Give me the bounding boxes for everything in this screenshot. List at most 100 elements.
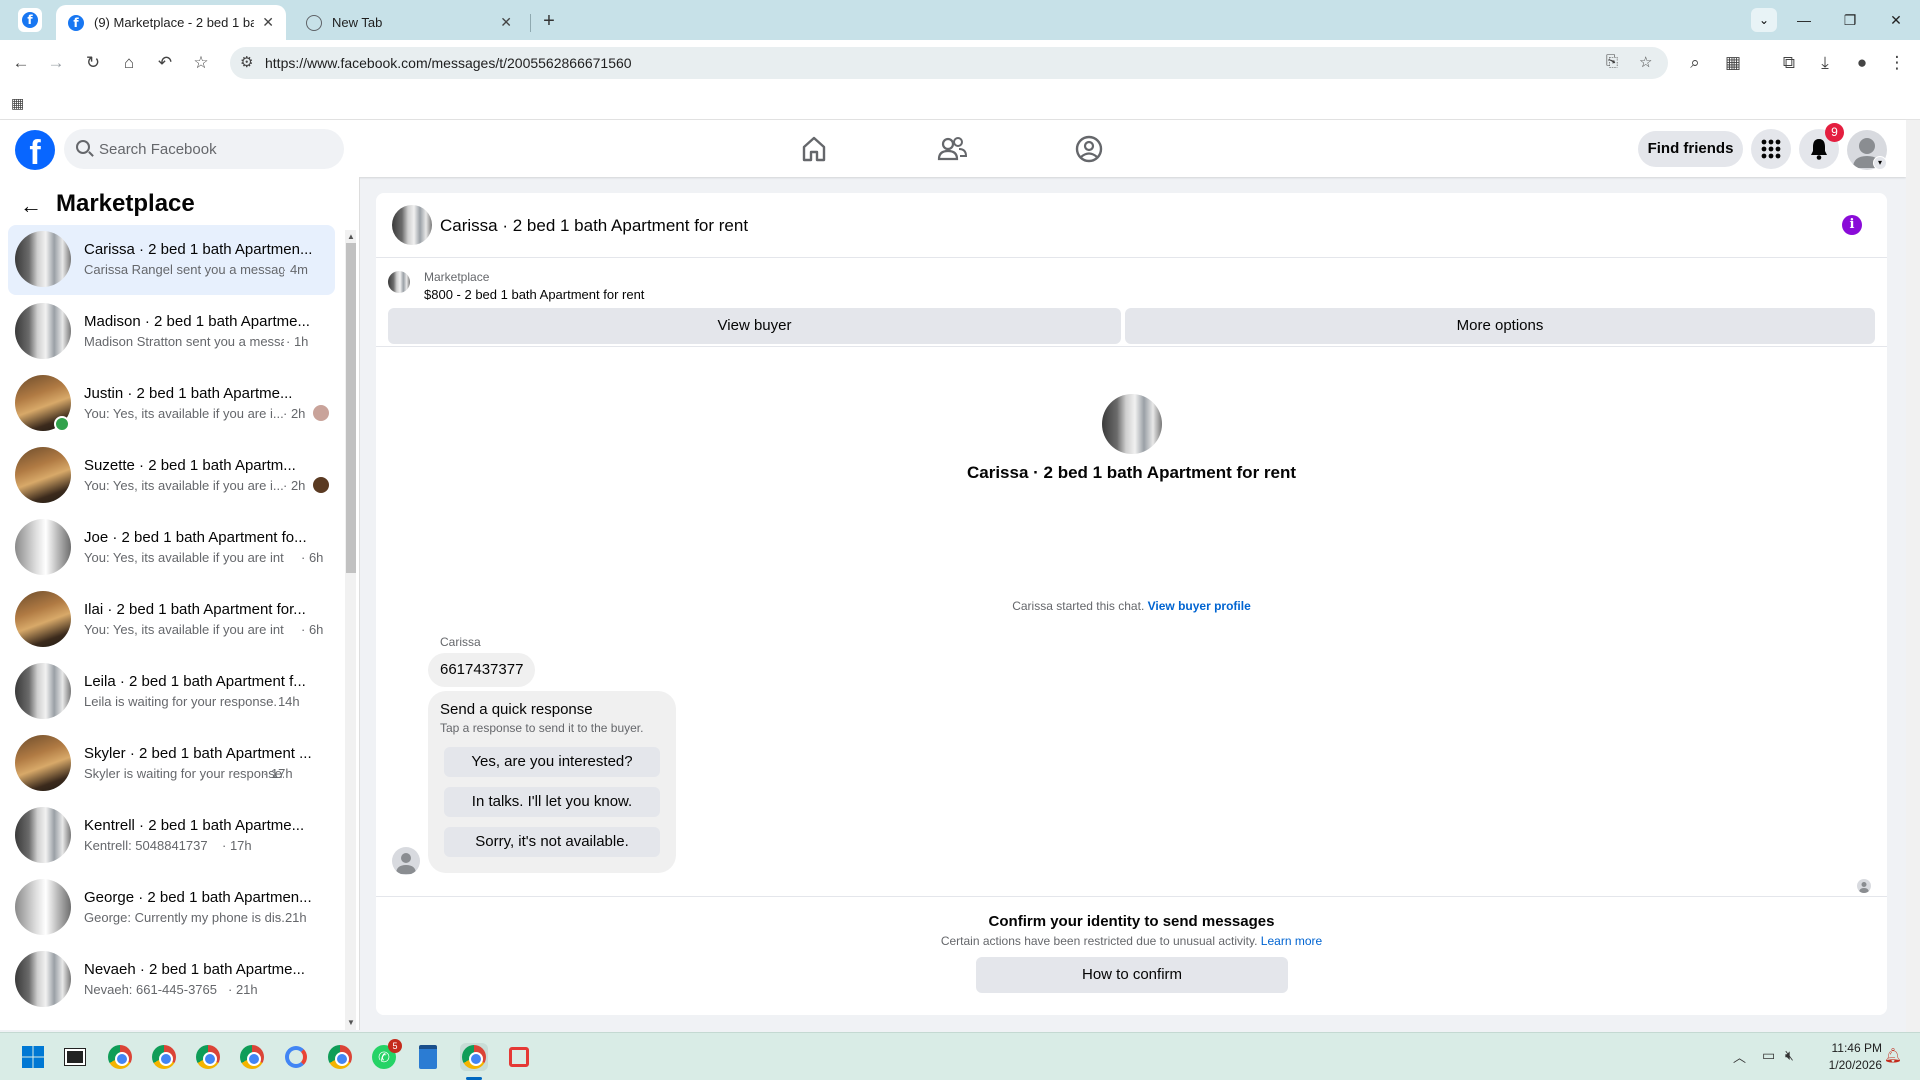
home-nav-icon[interactable]	[797, 132, 831, 166]
conversation-preview: Skyler is waiting for your response.	[84, 766, 284, 781]
conversation-name: Carissa · 2 bed 1 bath Apartmen...	[84, 241, 313, 258]
conversation-name: Joe · 2 bed 1 bath Apartment fo...	[84, 529, 307, 546]
confirm-description: Certain actions have been restricted due…	[376, 934, 1887, 948]
find-friends-button[interactable]: Find friends	[1638, 131, 1743, 167]
forward-arrow-icon[interactable]: →	[43, 50, 69, 76]
close-tab-icon[interactable]: ✕	[262, 14, 274, 31]
search-input[interactable]: Search Facebook	[64, 129, 344, 169]
close-tab-icon[interactable]: ✕	[500, 14, 512, 31]
more-options-button[interactable]: More options	[1125, 308, 1875, 344]
groups-nav-icon[interactable]	[1072, 132, 1106, 166]
taskview-icon[interactable]	[61, 1043, 89, 1071]
view-buyer-profile-link[interactable]: View buyer profile	[1148, 599, 1251, 613]
site-info-icon[interactable]: ⚙	[240, 53, 253, 71]
page-scrollbar[interactable]	[1906, 120, 1920, 1032]
address-bar[interactable]: ⚙ https://www.facebook.com/messages/t/20…	[230, 47, 1668, 79]
chat-panel: Carissa · 2 bed 1 bath Apartment for ren…	[376, 193, 1887, 1015]
new-tab-button[interactable]: +	[536, 8, 562, 34]
apps-grid-icon[interactable]: ▦	[11, 95, 24, 112]
conversation-preview: You: Yes, its available if you are inte.…	[84, 550, 284, 565]
tab-search-icon[interactable]: ⌄	[1751, 8, 1777, 32]
message-bubble[interactable]: 6617437377	[428, 653, 536, 687]
default-avatar-icon	[1859, 882, 1869, 893]
how-to-confirm-button[interactable]: How to confirm	[976, 957, 1288, 993]
chrome-active-icon[interactable]	[460, 1043, 488, 1071]
chrome-profile-4-icon[interactable]	[238, 1043, 266, 1071]
listing-price-title[interactable]: $800 - 2 bed 1 bath Apartment for rent	[424, 287, 644, 302]
clock-date[interactable]: 1/20/2026	[1810, 1058, 1882, 1072]
download-icon[interactable]: ⤓	[1812, 50, 1838, 76]
intro-avatar	[1102, 394, 1162, 454]
info-icon[interactable]: i	[1842, 215, 1862, 235]
back-arrow-icon[interactable]: ←	[20, 193, 42, 219]
facebook-icon: f	[22, 12, 38, 28]
conversation-item[interactable]: Suzette · 2 bed 1 bath Apartm... You: Yes…	[8, 441, 335, 511]
scroll-down-arrow-icon[interactable]: ▼	[347, 1018, 355, 1027]
chrome-profile-1-icon[interactable]	[106, 1043, 134, 1071]
sender-avatar[interactable]	[392, 847, 420, 875]
conversation-item[interactable]: Justin · 2 bed 1 bath Apartme... You: Yes…	[8, 369, 335, 439]
minimize-button[interactable]: —	[1781, 0, 1827, 40]
browser-toolbar: ← → ↻ ⌂ ↶ ☆ ⚙ https://www.facebook.com/m…	[0, 40, 1920, 86]
conversation-item[interactable]: Skyler · 2 bed 1 bath Apartment ... Skyle…	[8, 729, 335, 799]
tab-new-tab[interactable]: New Tab ✕	[294, 5, 524, 40]
network-icon[interactable]: ▭	[1762, 1047, 1775, 1064]
facebook-logo[interactable]: f	[15, 130, 55, 170]
chat-title[interactable]: Carissa · 2 bed 1 bath Apartment for ren…	[440, 216, 748, 236]
conversation-item[interactable]: Nevaeh · 2 bed 1 bath Apartme... Nevaeh: …	[8, 945, 335, 1015]
clock-time[interactable]: 11:46 PM	[1810, 1041, 1882, 1055]
marketplace-conversation-list: ← Marketplace Carissa · 2 bed 1 bath Apa…	[0, 177, 360, 1030]
whatsapp-icon[interactable]: ✆ 5	[370, 1039, 402, 1071]
conversation-item[interactable]: Ilai · 2 bed 1 bath Apartment for... You:…	[8, 585, 335, 655]
tab-marketplace[interactable]: f (9) Marketplace - 2 bed 1 bath ✕	[56, 5, 286, 40]
conversation-item[interactable]: Kentrell · 2 bed 1 bath Apartme... Kentre…	[8, 801, 335, 871]
google-icon[interactable]	[282, 1043, 310, 1071]
menu-grid-button[interactable]	[1751, 129, 1791, 169]
scroll-up-arrow-icon[interactable]: ▲	[347, 232, 355, 241]
conversation-name: Justin · 2 bed 1 bath Apartme...	[84, 385, 293, 402]
conversation-preview: You: Yes, its available if you are i...	[84, 406, 284, 421]
conversation-item[interactable]: Carissa · 2 bed 1 bath Apartmen... Cariss…	[8, 225, 335, 295]
quick-response-not-available-button[interactable]: Sorry, it's not available.	[444, 827, 660, 857]
snipping-tool-icon[interactable]	[505, 1043, 533, 1071]
quick-response-yes-button[interactable]: Yes, are you interested?	[444, 747, 660, 777]
conversation-preview: Carissa Rangel sent you a messag...	[84, 262, 284, 277]
back-arrow-icon[interactable]: ←	[8, 50, 34, 76]
notepad-icon[interactable]	[414, 1043, 442, 1071]
conversation-item[interactable]: George · 2 bed 1 bath Apartmen... George:…	[8, 873, 335, 943]
zoom-search-icon[interactable]: ⌕	[1682, 50, 1708, 76]
notification-bell-icon[interactable]: 🔔︎	[1884, 1047, 1902, 1064]
quick-response-in-talks-button[interactable]: In talks. I'll let you know.	[444, 787, 660, 817]
conversation-avatar	[15, 231, 71, 287]
listing-avatar[interactable]	[392, 205, 432, 245]
conversation-preview: George: Currently my phone is dis...	[84, 910, 284, 925]
chrome-profile-5-icon[interactable]	[326, 1043, 354, 1071]
conversation-item[interactable]: Leila · 2 bed 1 bath Apartment f... Leila…	[8, 657, 335, 727]
view-buyer-button[interactable]: View buyer	[388, 308, 1121, 344]
show-hidden-icons-chevron-icon[interactable]: ︿	[1733, 1047, 1746, 1066]
volume-muted-icon[interactable]: 🔇︎	[1785, 1047, 1794, 1064]
conversation-item[interactable]: Joe · 2 bed 1 bath Apartment fo... You: Y…	[8, 513, 335, 583]
scrollbar-thumb[interactable]	[346, 243, 356, 573]
chrome-profile-2-icon[interactable]	[150, 1043, 178, 1071]
bookmark-page-star-icon[interactable]: ☆	[1639, 53, 1652, 71]
crop-icon[interactable]: ⧉	[1776, 50, 1802, 76]
restore-button[interactable]: ❐	[1827, 0, 1873, 40]
chrome-profile-3-icon[interactable]	[194, 1043, 222, 1071]
learn-more-link[interactable]: Learn more	[1261, 934, 1322, 948]
qr-code-icon[interactable]: ▦	[1720, 50, 1746, 76]
install-app-icon[interactable]: ⎘	[1606, 53, 1618, 70]
chevron-down-icon[interactable]: ▾	[1873, 156, 1887, 170]
conversation-item[interactable]: Madison · 2 bed 1 bath Apartme... Madison…	[8, 297, 335, 367]
reload-icon[interactable]: ↻	[80, 50, 106, 76]
bookmarks-bar: ▦	[0, 86, 1920, 120]
close-window-button[interactable]: ✕	[1873, 0, 1919, 40]
profile-icon[interactable]: ●	[1849, 50, 1875, 76]
bookmark-star-icon[interactable]: ☆	[188, 50, 214, 76]
start-button[interactable]	[19, 1043, 47, 1071]
chrome-menu-icon[interactable]: f	[18, 8, 42, 32]
browser-menu-icon[interactable]: ⋮	[1884, 50, 1910, 76]
home-icon[interactable]: ⌂	[116, 50, 142, 76]
undo-icon[interactable]: ↶	[152, 50, 178, 76]
friends-nav-icon[interactable]	[935, 132, 969, 166]
